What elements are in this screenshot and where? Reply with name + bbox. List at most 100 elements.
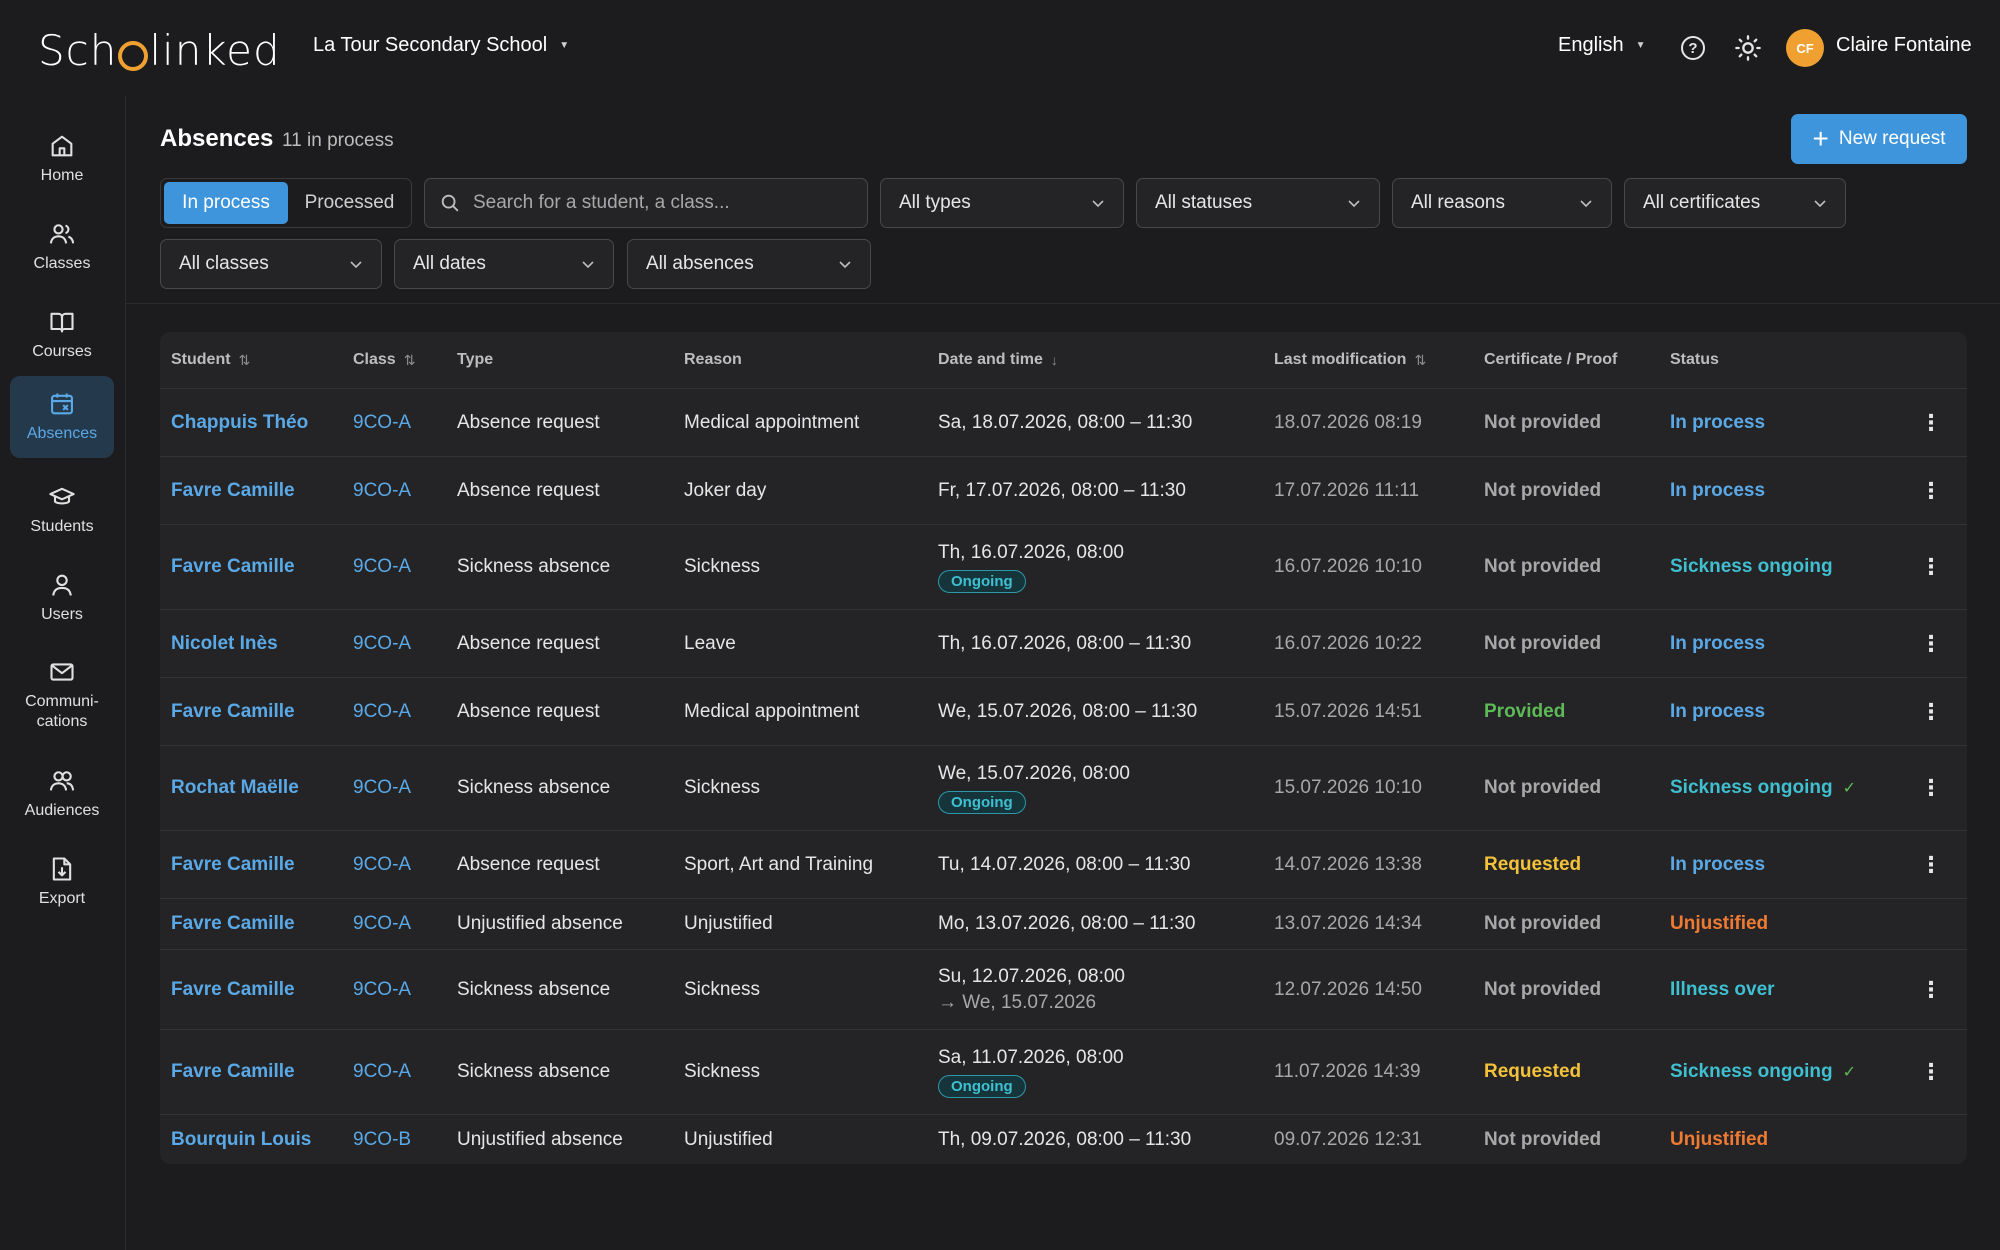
table-row[interactable]: Favre Camille 9CO-A Absence request Sport, … <box>160 830 1967 898</box>
absence-filter[interactable]: All absences <box>627 239 871 289</box>
certificate-status: Not provided <box>1484 556 1602 577</box>
absence-reason: Leave <box>684 632 736 654</box>
table-row[interactable]: Chappuis Théo 9CO-A Absence request Medical… <box>160 388 1967 456</box>
certificate-status: Requested <box>1484 1061 1582 1082</box>
class-link[interactable]: 9CO-A <box>353 913 411 935</box>
type-filter[interactable]: All types <box>880 178 1124 228</box>
sidebar-item-label: Audiences <box>24 802 100 819</box>
student-link[interactable]: Rochat Maëlle <box>171 777 299 799</box>
more-options-icon[interactable]: ⋮ <box>1920 678 1942 745</box>
column-header-student[interactable]: Student ⇅ <box>171 332 250 388</box>
column-header-date[interactable]: Date and time ↓ <box>938 332 1058 388</box>
sun-icon[interactable] <box>1734 34 1762 62</box>
student-link[interactable]: Favre Camille <box>171 854 295 876</box>
more-options-icon[interactable]: ⋮ <box>1920 1030 1942 1114</box>
more-options-icon[interactable]: ⋮ <box>1920 831 1942 898</box>
student-link[interactable]: Bourquin Louis <box>171 1129 311 1151</box>
caret-down-icon: ▼ <box>559 40 570 51</box>
sidebar-item-home[interactable]: Home <box>10 118 114 200</box>
class-link[interactable]: 9CO-A <box>353 777 411 799</box>
absence-reason: Sickness <box>684 777 761 798</box>
status-label: In process <box>1670 479 1766 501</box>
school-name: La Tour Secondary School <box>313 34 548 56</box>
more-options-icon[interactable]: ⋮ <box>1920 525 1942 609</box>
ongoing-badge: Ongoing <box>938 1074 1026 1098</box>
student-link[interactable]: Favre Camille <box>171 556 295 578</box>
user-name[interactable]: Claire Fontaine <box>1836 34 1972 57</box>
table-row[interactable]: Favre Camille 9CO-A Sickness absence Sickne… <box>160 949 1967 1029</box>
sidebar-item-audiences[interactable]: Audiences <box>10 753 114 835</box>
student-link[interactable]: Favre Camille <box>171 913 295 935</box>
reason-filter[interactable]: All reasons <box>1392 178 1612 228</box>
table-row[interactable]: Favre Camille 9CO-A Absence request Medical… <box>160 677 1967 745</box>
column-header-label: Last modification <box>1274 351 1407 368</box>
class-link[interactable]: 9CO-A <box>353 854 411 876</box>
tab-in-process[interactable]: In process <box>164 182 288 224</box>
app-logo[interactable]: Sch linked <box>38 26 281 75</box>
school-selector[interactable]: La Tour Secondary School ▼ <box>313 34 569 57</box>
sidebar-item-label: Home <box>40 167 84 184</box>
student-link[interactable]: Favre Camille <box>171 701 295 723</box>
class-link[interactable]: 9CO-A <box>353 412 411 434</box>
student-link[interactable]: Favre Camille <box>171 979 295 1001</box>
language-selector[interactable]: English ▼ <box>1558 34 1646 57</box>
sidebar-item-label: Courses <box>32 343 92 360</box>
column-header-label: Reason <box>684 351 742 368</box>
student-link[interactable]: Nicolet Inès <box>171 633 278 655</box>
certificate-status: Not provided <box>1484 978 1602 1000</box>
student-link[interactable]: Chappuis Théo <box>171 412 308 434</box>
table-row[interactable]: Rochat Maëlle 9CO-A Sickness absence Sickne… <box>160 745 1967 830</box>
class-link[interactable]: 9CO-A <box>353 480 411 502</box>
class-link[interactable]: 9CO-B <box>353 1129 411 1151</box>
help-icon[interactable]: ? <box>1681 36 1705 60</box>
sidebar-item-students[interactable]: Students <box>10 469 114 551</box>
class-link[interactable]: 9CO-A <box>353 633 411 655</box>
sidebar-item-absences[interactable]: Absences <box>10 376 114 458</box>
date-filter[interactable]: All dates <box>394 239 614 289</box>
avatar[interactable]: CF <box>1786 29 1824 67</box>
status-badge: Unjustified <box>1670 1129 1768 1151</box>
tab-processed[interactable]: Processed <box>288 179 411 227</box>
absence-date: Fr, 17.07.2026, 08:00 – 11:30 <box>938 479 1186 501</box>
search-input[interactable] <box>473 192 853 214</box>
status-label: Sickness ongoing <box>1670 777 1833 798</box>
last-modification: 15.07.2026 14:51 <box>1274 700 1422 722</box>
table-row[interactable]: Bourquin Louis 9CO-B Unjustified absence Un… <box>160 1114 1967 1164</box>
status-filter[interactable]: All statuses <box>1136 178 1380 228</box>
class-link[interactable]: 9CO-A <box>353 701 411 723</box>
class-link[interactable]: 9CO-A <box>353 556 411 578</box>
new-request-button[interactable]: + New request <box>1791 114 1967 164</box>
absence-date: Th, 16.07.2026, 08:00 <box>938 541 1124 563</box>
sidebar-item-label: Users <box>41 606 83 623</box>
table-row[interactable]: Favre Camille 9CO-A Unjustified absence Unj… <box>160 898 1967 949</box>
table-row[interactable]: Favre Camille 9CO-A Sickness absence Sickne… <box>160 1029 1967 1114</box>
last-modification: 14.07.2026 13:38 <box>1274 853 1422 875</box>
sidebar-item-courses[interactable]: Courses <box>10 294 114 376</box>
more-options-icon[interactable]: ⋮ <box>1920 746 1942 830</box>
more-options-icon[interactable]: ⋮ <box>1920 950 1942 1029</box>
sidebar-item-users[interactable]: Users <box>10 557 114 639</box>
table-row[interactable]: Favre Camille 9CO-A Sickness absence Sickne… <box>160 524 1967 609</box>
column-header-label: Class <box>353 351 396 368</box>
more-options-icon[interactable]: ⋮ <box>1920 389 1942 456</box>
class-filter[interactable]: All classes <box>160 239 382 289</box>
sidebar-item-classes[interactable]: Classes <box>10 206 114 288</box>
class-link[interactable]: 9CO-A <box>353 1061 411 1083</box>
more-options-icon[interactable]: ⋮ <box>1920 610 1942 677</box>
column-header-modified[interactable]: Last modification ⇅ <box>1274 332 1426 388</box>
student-link[interactable]: Favre Camille <box>171 1061 295 1083</box>
column-header-class[interactable]: Class ⇅ <box>353 332 415 388</box>
last-modification: 17.07.2026 11:11 <box>1274 479 1420 501</box>
sidebar-item-label: Export <box>38 890 86 907</box>
sidebar-item-export[interactable]: Export <box>10 841 114 923</box>
table-row[interactable]: Nicolet Inès 9CO-A Absence request Leave Th,… <box>160 609 1967 677</box>
certificate-filter[interactable]: All certificates <box>1624 178 1846 228</box>
student-link[interactable]: Favre Camille <box>171 480 295 502</box>
table-row[interactable]: Favre Camille 9CO-A Absence request Joker d… <box>160 456 1967 524</box>
status-label: Unjustified <box>1670 913 1769 934</box>
column-header-label: Type <box>457 351 494 368</box>
reason-filter-value: All reasons <box>1411 192 1505 213</box>
more-options-icon[interactable]: ⋮ <box>1920 457 1942 524</box>
sidebar-item-communications[interactable]: Communi- cations <box>10 645 114 745</box>
class-link[interactable]: 9CO-A <box>353 979 411 1001</box>
